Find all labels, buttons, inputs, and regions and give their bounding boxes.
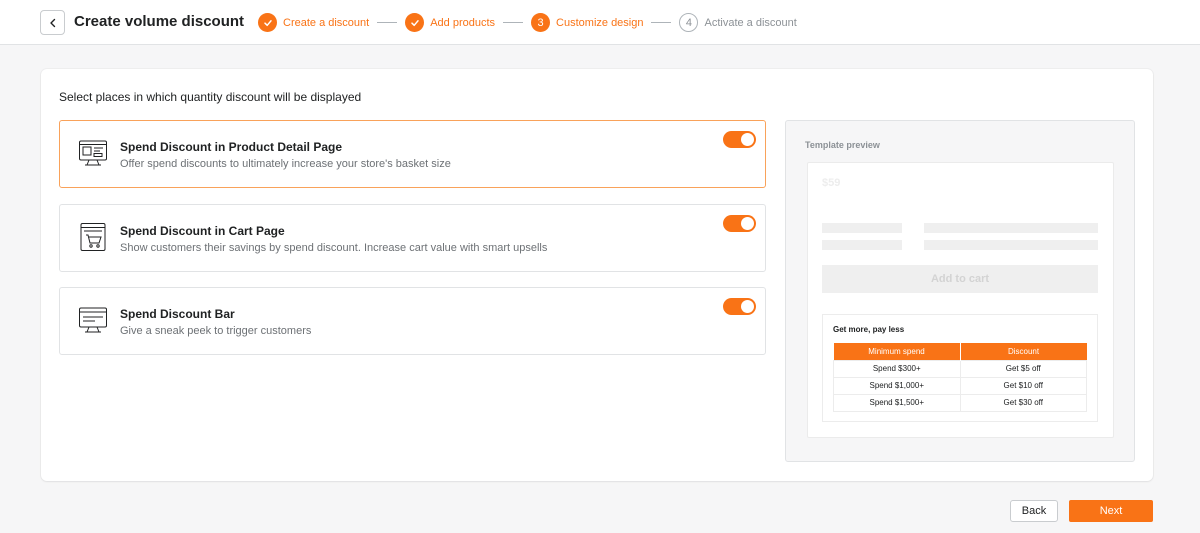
table-header-cell: Discount <box>960 343 1087 360</box>
table-header-cell: Minimum spend <box>833 343 961 360</box>
option-title: Spend Discount in Cart Page <box>120 224 285 238</box>
top-bar: Create volume discount Create a discount… <box>0 0 1200 45</box>
next-button[interactable]: Next <box>1069 500 1153 522</box>
discount-bar-icon <box>79 307 107 333</box>
skeleton-line <box>924 240 1098 250</box>
skeleton-line <box>822 240 902 250</box>
preview-add-to-cart-button: Add to cart <box>822 265 1098 293</box>
step-create-a-discount[interactable]: Create a discount <box>258 13 369 32</box>
discount-table: Minimum spend Discount Spend $300+ Get $… <box>833 343 1087 412</box>
product-page-icon <box>79 140 107 166</box>
stepper: Create a discount Add products 3 Customi… <box>258 12 797 33</box>
skeleton-line <box>924 223 1098 233</box>
toggle-switch[interactable] <box>723 215 756 232</box>
option-description: Give a sneak peek to trigger customers <box>120 325 312 337</box>
step-customize-design[interactable]: 3 Customize design <box>531 13 643 32</box>
step-done-icon <box>405 13 425 32</box>
table-row: Spend $1,500+ Get $30 off <box>833 393 1087 412</box>
option-description: Offer spend discounts to ultimately incr… <box>120 158 451 170</box>
step-label: Add products <box>430 16 496 29</box>
option-cart-page[interactable]: Spend Discount in Cart Page Show custome… <box>59 204 766 272</box>
step-number: 4 <box>679 13 699 32</box>
check-icon <box>263 19 272 26</box>
step-done-icon <box>258 13 277 32</box>
cart-page-icon <box>80 223 106 251</box>
step-connector <box>651 22 672 23</box>
toggle-knob <box>741 217 754 230</box>
toggle-switch[interactable] <box>723 131 756 148</box>
preview-product-card: $59 Add to cart Get more, pay less Minim… <box>807 162 1114 438</box>
option-description: Show customers their savings by spend di… <box>120 242 548 254</box>
preview-table-title: Get more, pay less <box>833 325 905 334</box>
option-title: Spend Discount Bar <box>120 307 235 321</box>
main-card: Select places in which quantity discount… <box>41 69 1153 481</box>
skeleton-line <box>822 223 902 233</box>
step-add-products[interactable]: Add products <box>405 13 495 32</box>
section-title: Select places in which quantity discount… <box>59 90 362 104</box>
step-connector <box>503 22 524 23</box>
toggle-knob <box>741 133 754 146</box>
table-cell: Get $5 off <box>959 359 1087 378</box>
table-cell: Spend $1,500+ <box>833 393 961 412</box>
table-cell: Get $10 off <box>959 376 1087 395</box>
toggle-knob <box>741 300 754 313</box>
toggle-switch[interactable] <box>723 298 756 315</box>
table-cell: Spend $1,000+ <box>833 376 961 395</box>
table-cell: Get $30 off <box>959 393 1087 412</box>
step-connector <box>377 22 398 23</box>
step-number: 3 <box>531 13 551 32</box>
chevron-left-icon <box>49 18 55 27</box>
option-title: Spend Discount in Product Detail Page <box>120 140 343 154</box>
template-preview: Template preview $59 Add to cart Get mor… <box>785 120 1135 462</box>
table-cell: Spend $300+ <box>833 359 961 378</box>
option-product-detail-page[interactable]: Spend Discount in Product Detail Page Of… <box>59 120 766 188</box>
step-label: Activate a discount <box>704 16 797 29</box>
page-title: Create volume discount <box>74 13 245 30</box>
preview-label: Template preview <box>805 140 880 150</box>
preview-discount-table: Get more, pay less Minimum spend Discoun… <box>822 314 1098 422</box>
table-row: Spend $300+ Get $5 off <box>833 359 1087 378</box>
step-label: Create a discount <box>283 16 370 29</box>
check-icon <box>410 19 419 26</box>
preview-price: $59 <box>822 177 841 189</box>
option-discount-bar[interactable]: Spend Discount Bar Give a sneak peek to … <box>59 287 766 355</box>
table-row: Spend $1,000+ Get $10 off <box>833 376 1087 395</box>
back-button[interactable]: Back <box>1010 500 1058 522</box>
step-activate-a-discount[interactable]: 4 Activate a discount <box>679 13 797 32</box>
back-nav-button[interactable] <box>40 10 65 35</box>
step-label: Customize design <box>556 16 644 29</box>
